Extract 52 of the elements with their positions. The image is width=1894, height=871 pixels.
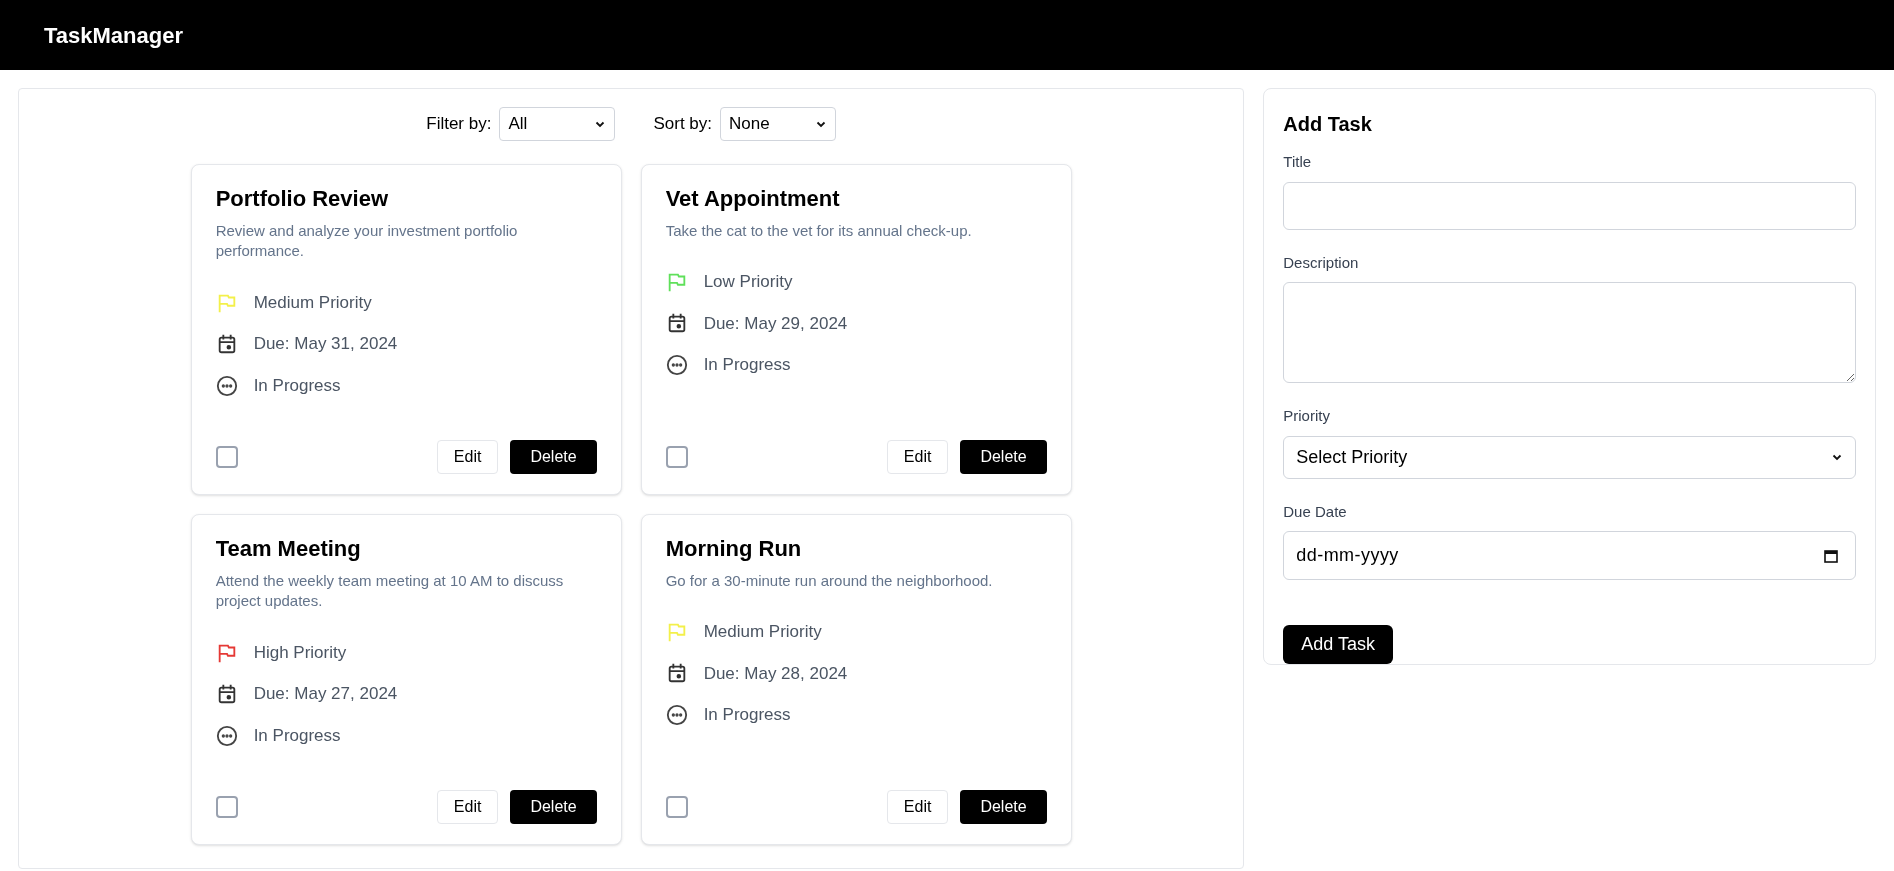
status-label: In Progress	[703, 354, 791, 377]
filter-label: Sort by:	[653, 113, 713, 136]
ellipsis-circle-icon	[215, 724, 238, 747]
edit-button[interactable]: Edit	[436, 440, 499, 474]
add-task-button[interactable]: Add Task	[1283, 625, 1393, 664]
filter-label: Filter by:	[426, 113, 492, 136]
priority-label: Medium Priority	[253, 291, 372, 314]
brand-logo[interactable]: TaskManager	[44, 18, 183, 52]
dropdown-select[interactable]: All	[499, 107, 616, 141]
priority-label: High Priority	[253, 641, 347, 664]
priority-select[interactable]: Select Priority	[1283, 435, 1856, 479]
calendar-icon[interactable]	[1823, 547, 1839, 564]
delete-button[interactable]: Delete	[960, 440, 1047, 474]
priority-label: Medium Priority	[703, 621, 822, 644]
delete-button[interactable]: Delete	[510, 790, 597, 824]
complete-checkbox[interactable]	[665, 796, 688, 818]
title-input[interactable]	[1283, 181, 1856, 230]
delete-button[interactable]: Delete	[960, 790, 1047, 824]
task-title: Portfolio Review	[215, 185, 389, 213]
complete-checkbox[interactable]	[665, 446, 688, 468]
edit-button[interactable]: Edit	[436, 790, 499, 824]
field-label: Due Date	[1283, 501, 1348, 522]
field-label: Priority	[1283, 406, 1331, 426]
ellipsis-circle-icon	[215, 374, 238, 397]
task-title: Vet Appointment	[665, 185, 841, 213]
description-textarea[interactable]	[1283, 282, 1856, 383]
ellipsis-circle-icon	[665, 703, 688, 726]
complete-checkbox[interactable]	[215, 796, 238, 818]
due-date: Due: May 29, 2024	[703, 312, 848, 335]
due-date: Due: May 28, 2024	[703, 662, 848, 685]
due-date: Due: May 31, 2024	[253, 333, 398, 356]
status-label: In Progress	[253, 374, 341, 397]
task-title: Team Meeting	[215, 535, 362, 563]
field-label: Description	[1283, 252, 1360, 273]
due-date: Due: May 27, 2024	[253, 683, 398, 706]
priority-label: Low Priority	[703, 271, 793, 294]
task-description: Take the cat to the vet for its annual check-up.	[665, 220, 973, 241]
dropdown-select[interactable]: None	[720, 107, 837, 141]
due-date-input[interactable]: dd-mm-yyyy	[1283, 531, 1856, 580]
task-description: Attend the weekly team meeting at 10 AM to discuss project updates.	[215, 570, 565, 612]
task-description: Go for a 30-minute run around the neighborhood.	[665, 570, 994, 591]
task-description: Review and analyze your investment portfolio performance.	[215, 220, 519, 262]
form-heading: Add Task	[1283, 112, 1373, 137]
task-title: Morning Run	[665, 535, 803, 563]
status-label: In Progress	[253, 724, 341, 747]
edit-button[interactable]: Edit	[886, 790, 949, 824]
status-label: In Progress	[703, 704, 791, 727]
ellipsis-circle-icon	[665, 353, 688, 376]
field-label: Title	[1283, 152, 1313, 172]
delete-button[interactable]: Delete	[510, 440, 597, 474]
edit-button[interactable]: Edit	[886, 440, 949, 474]
complete-checkbox[interactable]	[215, 446, 238, 468]
